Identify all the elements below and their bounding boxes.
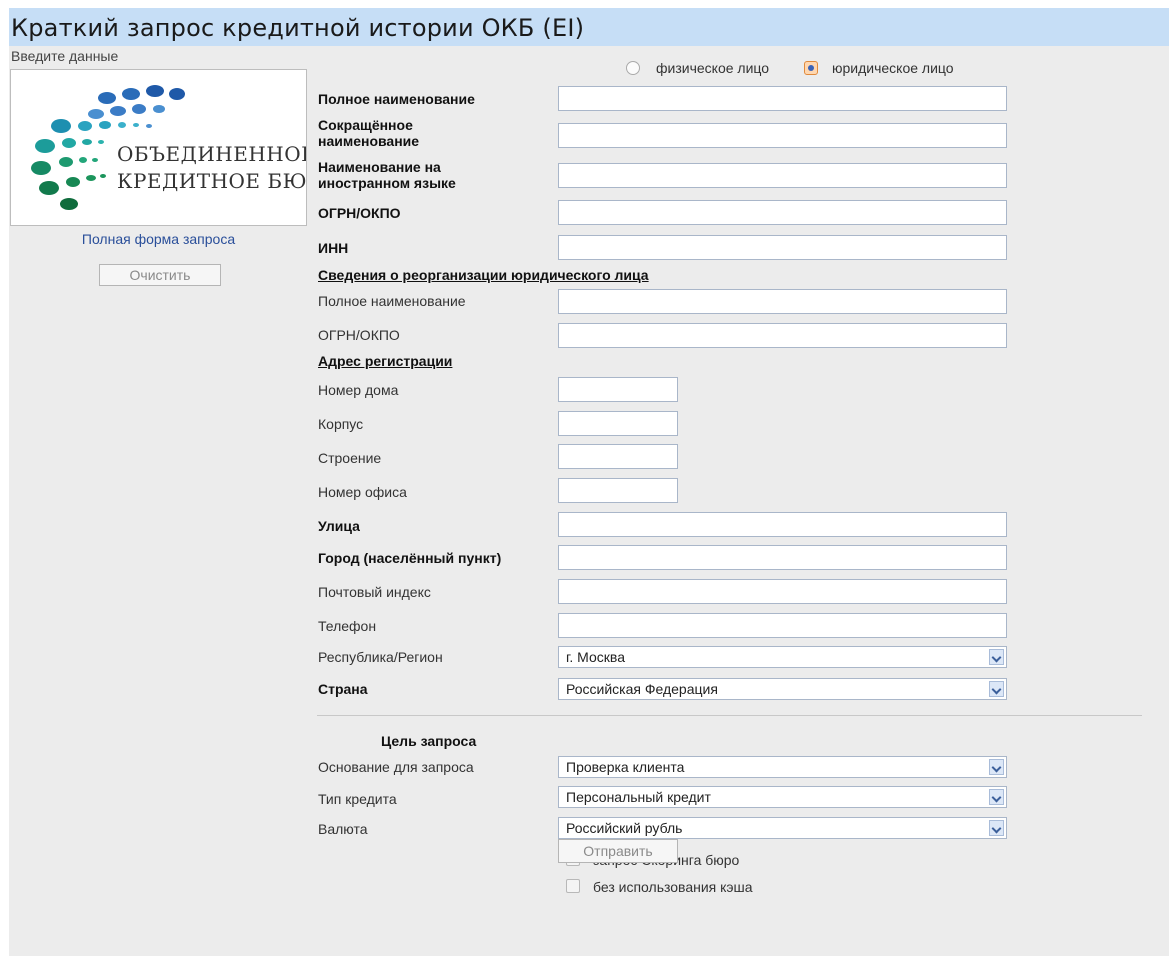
- chevron-down-icon[interactable]: [989, 789, 1004, 805]
- foreign-name-input[interactable]: [558, 163, 1007, 188]
- house-label: Номер дома: [318, 382, 399, 398]
- structure-input[interactable]: [558, 444, 678, 469]
- foreign-name-label: Наименование на иностранном языке: [318, 159, 456, 191]
- reason-label: Основание для запроса: [318, 759, 474, 775]
- credit-type-select[interactable]: Персональный кредит: [558, 786, 1007, 808]
- logo-text-line2: КРЕДИТНОЕ БЮРО: [117, 169, 307, 193]
- country-select[interactable]: Российская Федерация: [558, 678, 1007, 700]
- clear-button[interactable]: Очистить: [99, 264, 221, 286]
- section-divider: [317, 715, 1142, 716]
- radio-individual[interactable]: [626, 61, 640, 75]
- reorg-full-name-input[interactable]: [558, 289, 1007, 314]
- building-label: Корпус: [318, 416, 364, 432]
- reason-select[interactable]: Проверка клиента: [558, 756, 1007, 778]
- street-label: Улица: [318, 518, 360, 534]
- page-title: Краткий запрос кредитной истории ОКБ (EI…: [11, 14, 585, 42]
- instruction-text: Введите данные: [11, 48, 119, 64]
- no-cache-checkbox-label: без использования кэша: [593, 879, 753, 895]
- logo-text-line1: ОБЪЕДИНЕННОЕ: [117, 142, 307, 166]
- currency-select[interactable]: Российский рубль: [558, 817, 1007, 839]
- address-heading: Адрес регистрации: [318, 353, 453, 369]
- country-select-value: Российская Федерация: [566, 681, 718, 697]
- street-input[interactable]: [558, 512, 1007, 537]
- ogrn-label: ОГРН/ОКПО: [318, 205, 401, 221]
- building-input[interactable]: [558, 411, 678, 436]
- full-name-label: Полное наименование: [318, 91, 475, 107]
- region-select-value: г. Москва: [566, 649, 625, 665]
- postcode-label: Почтовый индекс: [318, 584, 431, 600]
- credit-type-label: Тип кредита: [318, 791, 397, 807]
- office-label: Номер офиса: [318, 484, 407, 500]
- currency-label: Валюта: [318, 821, 368, 837]
- country-label: Страна: [318, 681, 368, 697]
- ogrn-input[interactable]: [558, 200, 1007, 225]
- inn-label: ИНН: [318, 240, 349, 256]
- reorg-ogrn-label: ОГРН/ОКПО: [318, 327, 400, 343]
- postcode-input[interactable]: [558, 579, 1007, 604]
- phone-input[interactable]: [558, 613, 1007, 638]
- full-name-input[interactable]: [558, 86, 1007, 111]
- submit-button[interactable]: Отправить: [558, 839, 678, 863]
- city-input[interactable]: [558, 545, 1007, 570]
- currency-select-value: Российский рубль: [566, 820, 683, 836]
- okb-logo: ОБЪЕДИНЕННОЕ КРЕДИТНОЕ БЮРО: [10, 69, 307, 226]
- no-cache-checkbox[interactable]: [566, 879, 580, 893]
- chevron-down-icon[interactable]: [989, 681, 1004, 697]
- radio-legal-entity-label: юридическое лицо: [832, 60, 954, 76]
- short-name-input[interactable]: [558, 123, 1007, 148]
- reorganization-heading: Сведения о реорганизации юридического ли…: [318, 267, 649, 283]
- credit-type-select-value: Персональный кредит: [566, 789, 711, 805]
- office-input[interactable]: [558, 478, 678, 503]
- house-input[interactable]: [558, 377, 678, 402]
- reorg-ogrn-input[interactable]: [558, 323, 1007, 348]
- structure-label: Строение: [318, 450, 382, 466]
- full-form-link[interactable]: Полная форма запроса: [10, 231, 307, 247]
- chevron-down-icon[interactable]: [989, 759, 1004, 775]
- short-name-label: Сокращённое наименование: [318, 117, 420, 149]
- radio-individual-label: физическое лицо: [656, 60, 770, 76]
- reorg-full-name-label: Полное наименование: [318, 293, 466, 309]
- region-select[interactable]: г. Москва: [558, 646, 1007, 668]
- phone-label: Телефон: [318, 618, 377, 634]
- chevron-down-icon[interactable]: [989, 820, 1004, 836]
- reason-select-value: Проверка клиента: [566, 759, 685, 775]
- purpose-heading: Цель запроса: [381, 733, 477, 749]
- region-label: Республика/Регион: [318, 649, 443, 665]
- chevron-down-icon[interactable]: [989, 649, 1004, 665]
- city-label: Город (населённый пункт): [318, 550, 502, 566]
- inn-input[interactable]: [558, 235, 1007, 260]
- radio-legal-entity[interactable]: [804, 61, 818, 75]
